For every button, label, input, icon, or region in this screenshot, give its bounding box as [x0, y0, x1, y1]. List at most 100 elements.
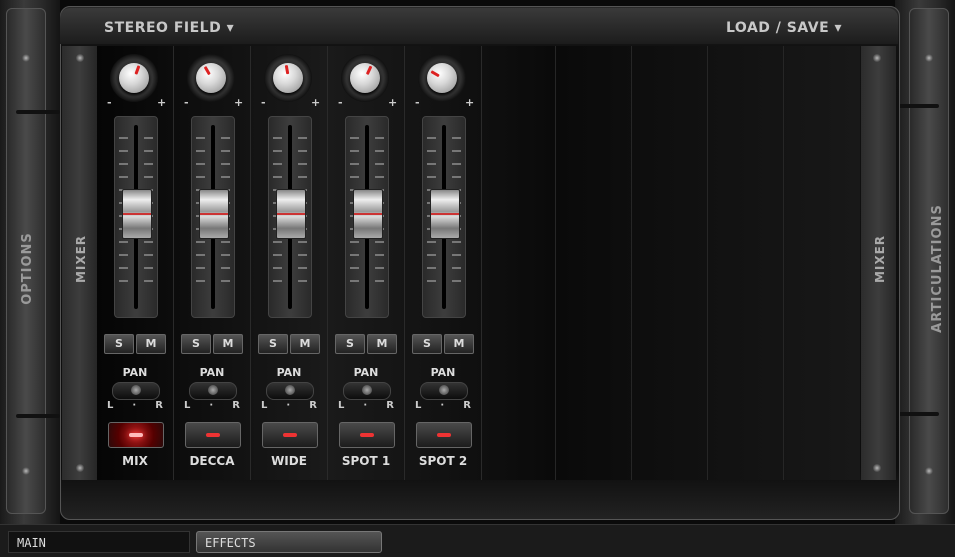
pan-control[interactable]: [343, 382, 391, 400]
scale-tick: [350, 241, 359, 243]
led-indicator: [129, 433, 143, 437]
scale-tick: [350, 267, 359, 269]
width-knob[interactable]: [418, 54, 466, 102]
solo-button[interactable]: S: [104, 334, 134, 354]
tab-effects[interactable]: EFFECTS: [196, 531, 382, 553]
channel-strip: - + S M PAN L · R MIX: [97, 46, 174, 480]
scale-tick: [119, 254, 128, 256]
pan-knob: [439, 385, 449, 395]
pan-label: PAN: [199, 366, 225, 379]
knob-cap: [119, 63, 149, 93]
solo-button[interactable]: S: [412, 334, 442, 354]
mixer-rail-left: MIXER: [62, 46, 97, 480]
mute-button[interactable]: M: [444, 334, 474, 354]
width-knob[interactable]: [341, 54, 389, 102]
pan-control[interactable]: [189, 382, 237, 400]
empty-channel-slot: [707, 46, 784, 480]
channel-output-button[interactable]: [262, 422, 318, 448]
fader-line: [431, 213, 459, 215]
volume-fader[interactable]: [345, 116, 389, 318]
knob-plus-label: +: [234, 96, 244, 109]
mute-button[interactable]: M: [367, 334, 397, 354]
scale-tick: [221, 150, 230, 152]
pan-left-label: L: [184, 400, 191, 411]
fader-handle[interactable]: [353, 189, 383, 239]
pan-control[interactable]: [266, 382, 314, 400]
pan-label: PAN: [353, 366, 379, 379]
pan-knob: [131, 385, 141, 395]
width-knob[interactable]: [187, 54, 235, 102]
load-save-dropdown[interactable]: LOAD / SAVE ▾: [726, 20, 842, 36]
scale-tick: [452, 150, 461, 152]
fader-handle[interactable]: [430, 189, 460, 239]
articulations-panel-tab[interactable]: ARTICULATIONS: [909, 8, 949, 514]
knob-plus-label: +: [465, 96, 475, 109]
scale-tick: [221, 241, 230, 243]
scale-tick: [221, 176, 230, 178]
fader-handle[interactable]: [122, 189, 152, 239]
screw-icon: [925, 54, 933, 62]
scale-tick: [452, 267, 461, 269]
scale-tick: [350, 254, 359, 256]
rack-bracket: [16, 414, 60, 418]
solo-button[interactable]: S: [258, 334, 288, 354]
channel-strip: - + S M PAN L · R SPOT 1: [328, 46, 405, 480]
mixer-rail-right: MIXER: [861, 46, 896, 480]
channel-strip: - + S M PAN L · R DECCA: [174, 46, 251, 480]
left-side-panel: OPTIONS: [0, 0, 60, 524]
channel-output-button[interactable]: [416, 422, 472, 448]
pan-knob: [208, 385, 218, 395]
width-knob[interactable]: [110, 54, 158, 102]
mute-button[interactable]: M: [136, 334, 166, 354]
channel-strip: - + S M PAN L · R WIDE: [251, 46, 328, 480]
options-panel-tab[interactable]: OPTIONS: [6, 8, 46, 514]
channel-name: WIDE: [271, 454, 307, 468]
stereo-field-dropdown[interactable]: STEREO FIELD ▾: [104, 20, 234, 36]
pan-control[interactable]: [420, 382, 468, 400]
pan-center-dot: ·: [286, 400, 291, 411]
scale-tick: [119, 176, 128, 178]
scale-tick: [298, 241, 307, 243]
volume-fader[interactable]: [422, 116, 466, 318]
mute-button[interactable]: M: [213, 334, 243, 354]
solo-button[interactable]: S: [181, 334, 211, 354]
screw-icon: [925, 467, 933, 475]
channel-output-button[interactable]: [339, 422, 395, 448]
pan-center-dot: ·: [440, 400, 445, 411]
volume-fader[interactable]: [191, 116, 235, 318]
scale-tick: [144, 150, 153, 152]
scale-tick: [452, 280, 461, 282]
fader-handle[interactable]: [276, 189, 306, 239]
mixer-label-right: MIXER: [873, 234, 888, 284]
fader-line: [354, 213, 382, 215]
solo-button[interactable]: S: [335, 334, 365, 354]
scale-tick: [144, 163, 153, 165]
knob-cap: [196, 63, 226, 93]
fader-handle[interactable]: [199, 189, 229, 239]
width-knob[interactable]: [264, 54, 312, 102]
scale-tick: [119, 150, 128, 152]
empty-channel-slot: [479, 46, 556, 480]
scale-tick: [221, 280, 230, 282]
scale-tick: [452, 241, 461, 243]
volume-fader[interactable]: [268, 116, 312, 318]
scale-tick: [375, 254, 384, 256]
channel-strip: - + S M PAN L · R SPOT 2: [405, 46, 482, 480]
channel-output-button[interactable]: [185, 422, 241, 448]
rack-bracket: [895, 104, 939, 108]
scale-tick: [350, 163, 359, 165]
led-indicator: [283, 433, 297, 437]
scale-tick: [144, 176, 153, 178]
scale-tick: [298, 176, 307, 178]
mute-button[interactable]: M: [290, 334, 320, 354]
channel-name: SPOT 1: [341, 454, 391, 468]
channel-output-button[interactable]: [108, 422, 164, 448]
options-label: OPTIONS: [19, 232, 35, 305]
tab-main[interactable]: MAIN: [8, 531, 190, 553]
scale-tick: [298, 267, 307, 269]
channel-name: DECCA: [189, 454, 235, 468]
fader-line: [200, 213, 228, 215]
pan-control[interactable]: [112, 382, 160, 400]
volume-fader[interactable]: [114, 116, 158, 318]
scale-tick: [452, 137, 461, 139]
